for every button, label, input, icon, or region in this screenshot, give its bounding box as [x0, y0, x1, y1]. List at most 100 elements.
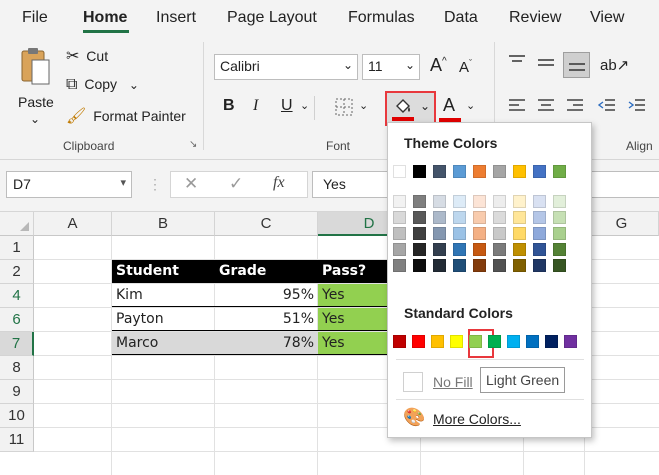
- theme-color-swatch[interactable]: [553, 227, 566, 240]
- chevron-down-icon[interactable]: ⌄: [466, 99, 475, 112]
- theme-color-swatch[interactable]: [493, 195, 506, 208]
- theme-color-swatch[interactable]: [533, 259, 546, 272]
- theme-color-swatch[interactable]: [473, 211, 486, 224]
- insert-function-icon[interactable]: fx: [273, 174, 285, 192]
- cut-button[interactable]: ✂ Cut: [66, 46, 108, 66]
- theme-color-swatch[interactable]: [393, 259, 406, 272]
- standard-color-swatch[interactable]: [507, 335, 520, 348]
- align-middle-icon[interactable]: [537, 56, 555, 72]
- standard-color-swatch[interactable]: [469, 335, 482, 348]
- column-header-b[interactable]: B: [112, 212, 215, 236]
- tab-file[interactable]: File: [22, 9, 48, 27]
- theme-color-swatch[interactable]: [473, 243, 486, 256]
- theme-color-swatch[interactable]: [553, 259, 566, 272]
- standard-color-swatch[interactable]: [431, 335, 444, 348]
- standard-color-swatch[interactable]: [545, 335, 558, 348]
- theme-color-swatch[interactable]: [553, 211, 566, 224]
- standard-color-swatch[interactable]: [488, 335, 501, 348]
- theme-color-swatch[interactable]: [493, 227, 506, 240]
- theme-color-swatch[interactable]: [473, 259, 486, 272]
- cell-c6[interactable]: 51%: [215, 308, 318, 331]
- font-color-button[interactable]: A: [443, 95, 455, 116]
- theme-color-swatch[interactable]: [433, 243, 446, 256]
- align-top-icon[interactable]: [508, 54, 526, 70]
- theme-color-swatch[interactable]: [393, 243, 406, 256]
- tab-home[interactable]: Home: [83, 9, 127, 27]
- theme-color-swatch[interactable]: [413, 227, 426, 240]
- align-left-icon[interactable]: [508, 98, 526, 114]
- tab-formulas[interactable]: Formulas: [348, 9, 415, 27]
- theme-color-swatch[interactable]: [413, 165, 426, 178]
- cell-b2[interactable]: Student: [112, 260, 215, 283]
- theme-color-swatch[interactable]: [493, 259, 506, 272]
- theme-color-swatch[interactable]: [433, 227, 446, 240]
- theme-color-swatch[interactable]: [433, 165, 446, 178]
- borders-icon[interactable]: [334, 97, 354, 117]
- theme-color-swatch[interactable]: [413, 195, 426, 208]
- cell-b4[interactable]: Kim: [112, 284, 215, 307]
- cell-c7[interactable]: 78%: [215, 332, 318, 355]
- theme-color-swatch[interactable]: [393, 227, 406, 240]
- standard-color-swatch[interactable]: [526, 335, 539, 348]
- theme-color-swatch[interactable]: [393, 211, 406, 224]
- row-header-9[interactable]: 9: [0, 380, 34, 404]
- column-header-a[interactable]: A: [34, 212, 112, 236]
- row-header-8[interactable]: 8: [0, 356, 34, 380]
- standard-color-swatch[interactable]: [393, 335, 406, 348]
- font-name-box[interactable]: Calibri ⌄: [214, 54, 358, 80]
- chevron-down-icon[interactable]: ⌄: [300, 99, 309, 112]
- cell-b7[interactable]: Marco: [112, 332, 215, 355]
- theme-color-swatch[interactable]: [513, 165, 526, 178]
- theme-color-swatch[interactable]: [453, 259, 466, 272]
- italic-button[interactable]: I: [253, 97, 258, 115]
- row-header-10[interactable]: 10: [0, 404, 34, 428]
- row-header-6[interactable]: 6: [0, 308, 34, 332]
- standard-color-swatch[interactable]: [450, 335, 463, 348]
- row-header-2[interactable]: 2: [0, 260, 34, 284]
- theme-color-swatch[interactable]: [453, 211, 466, 224]
- theme-color-swatch[interactable]: [433, 195, 446, 208]
- theme-color-swatch[interactable]: [533, 243, 546, 256]
- theme-color-swatch[interactable]: [533, 227, 546, 240]
- theme-color-swatch[interactable]: [513, 227, 526, 240]
- bold-button[interactable]: B: [223, 97, 235, 115]
- align-center-icon[interactable]: [537, 98, 555, 114]
- fill-color-button[interactable]: ⌄: [385, 91, 436, 126]
- theme-color-swatch[interactable]: [493, 243, 506, 256]
- theme-color-swatch[interactable]: [513, 259, 526, 272]
- tab-view[interactable]: View: [590, 9, 624, 27]
- theme-color-swatch[interactable]: [533, 195, 546, 208]
- theme-color-swatch[interactable]: [513, 243, 526, 256]
- underline-button[interactable]: U: [281, 97, 293, 115]
- paste-button[interactable]: Paste ⌄: [12, 44, 58, 134]
- theme-color-swatch[interactable]: [453, 165, 466, 178]
- cell-b6[interactable]: Payton: [112, 308, 215, 331]
- format-painter-button[interactable]: 🖌 Format Painter: [66, 106, 186, 126]
- row-header-4[interactable]: 4: [0, 284, 34, 308]
- theme-color-swatch[interactable]: [473, 195, 486, 208]
- theme-color-swatch[interactable]: [433, 211, 446, 224]
- standard-color-swatch[interactable]: [564, 335, 577, 348]
- cancel-icon[interactable]: ✕: [184, 174, 198, 194]
- increase-indent-icon[interactable]: [628, 98, 646, 114]
- font-size-box[interactable]: 11 ⌄: [362, 54, 420, 80]
- theme-color-swatch[interactable]: [453, 227, 466, 240]
- tab-page-layout[interactable]: Page Layout: [227, 9, 317, 27]
- align-bottom-button[interactable]: [563, 52, 590, 78]
- theme-color-swatch[interactable]: [533, 165, 546, 178]
- enter-icon[interactable]: ✓: [229, 174, 243, 194]
- theme-color-swatch[interactable]: [453, 195, 466, 208]
- theme-color-swatch[interactable]: [413, 243, 426, 256]
- chevron-down-icon[interactable]: ⌄: [359, 99, 368, 112]
- tab-data[interactable]: Data: [444, 9, 478, 27]
- theme-color-swatch[interactable]: [473, 227, 486, 240]
- more-colors-option[interactable]: 🎨 More Colors...: [388, 403, 593, 433]
- copy-button[interactable]: ⧉ Copy ⌄: [66, 76, 139, 94]
- shrink-font-button[interactable]: Aˇ: [459, 58, 472, 76]
- row-header-11[interactable]: 11: [0, 428, 34, 452]
- cell-c4[interactable]: 95%: [215, 284, 318, 307]
- theme-color-swatch[interactable]: [553, 165, 566, 178]
- grow-font-button[interactable]: A^: [430, 55, 447, 76]
- column-header-c[interactable]: C: [215, 212, 318, 236]
- theme-color-swatch[interactable]: [393, 165, 406, 178]
